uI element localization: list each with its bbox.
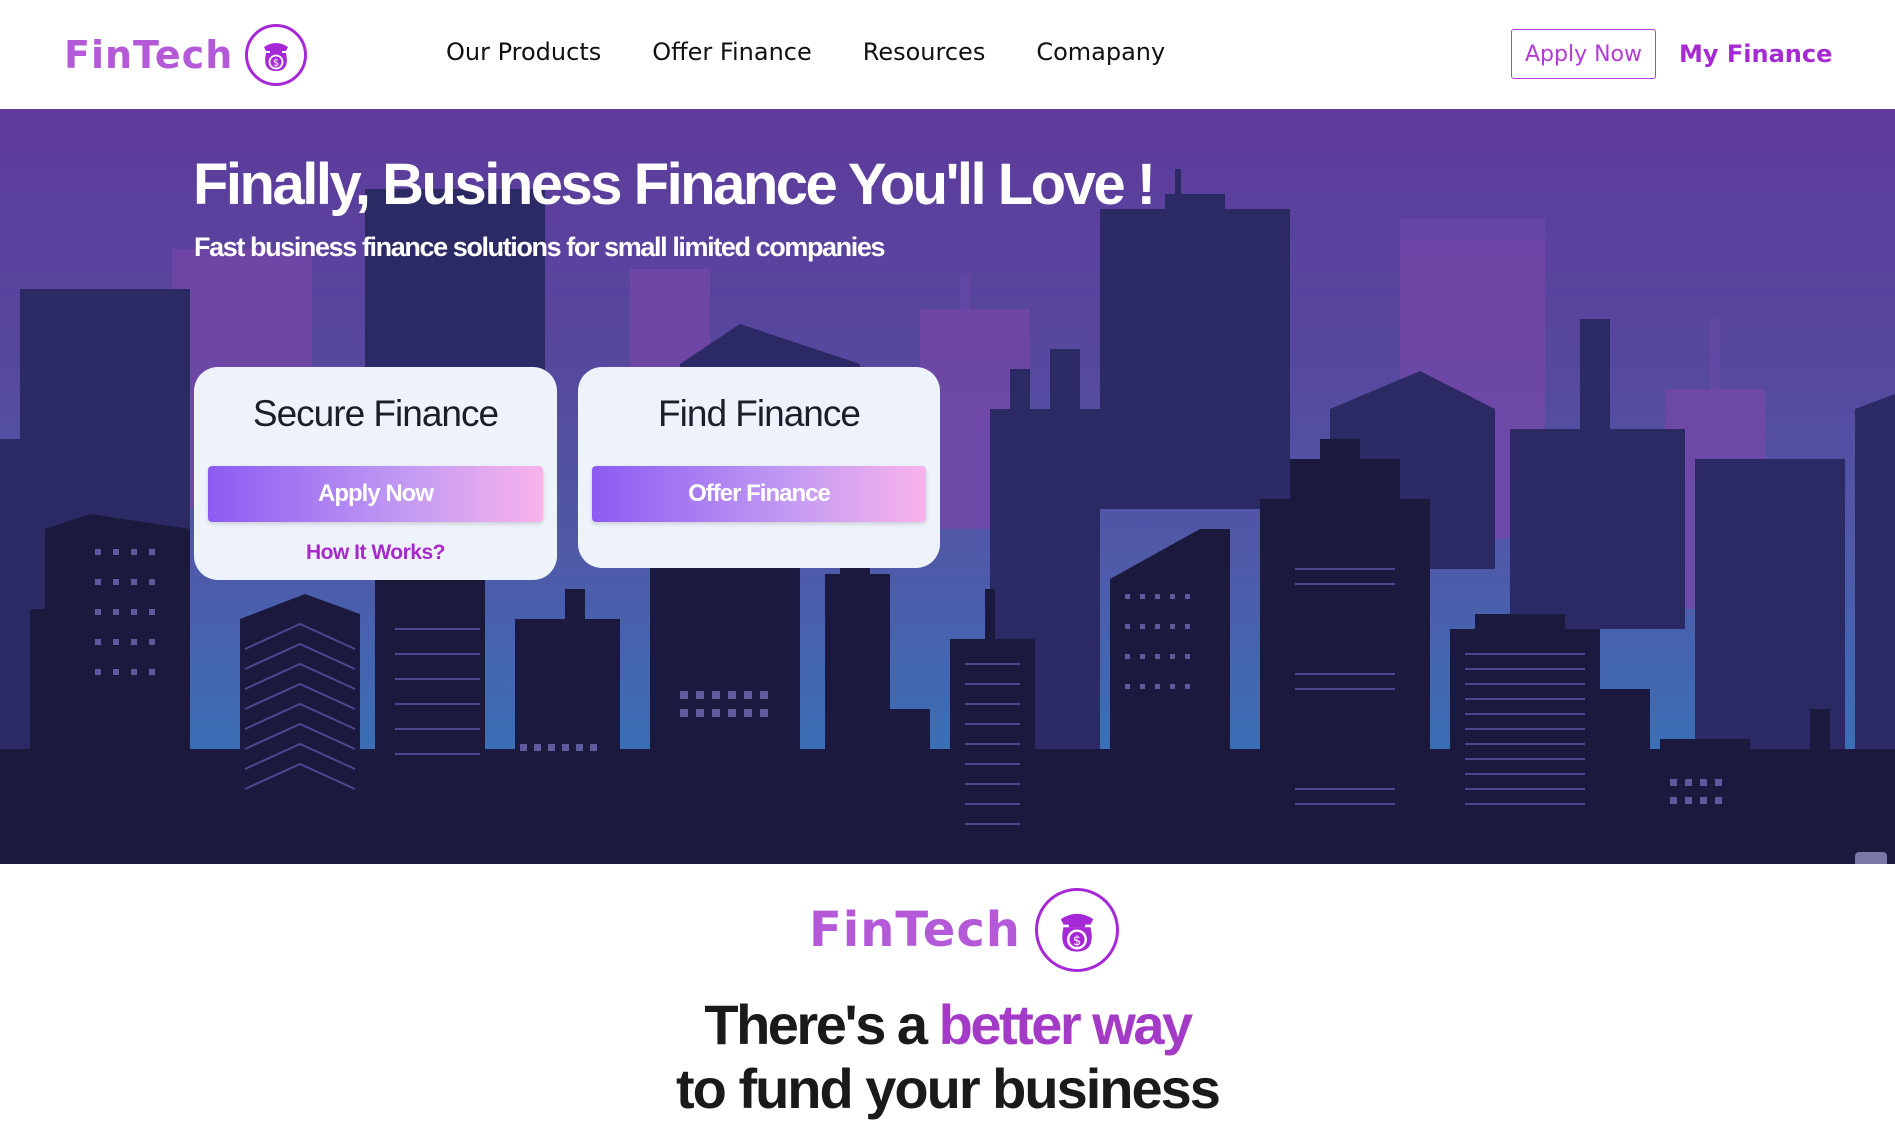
nav-offer-finance[interactable]: Offer Finance [652, 38, 812, 66]
section-tagline-line2: to fund your business [676, 1057, 1221, 1120]
find-finance-title: Find Finance [658, 393, 861, 434]
money-bag-icon: $ [245, 24, 308, 86]
top-navbar: FinTech $ Our Products Offer Finance Res… [0, 0, 1895, 109]
nav-resources[interactable]: Resources [863, 38, 986, 66]
money-bag-icon: $ [1034, 888, 1119, 972]
nav-my-finance-link[interactable]: My Finance [1679, 40, 1832, 68]
hero-subtitle: Fast business finance solutions for smal… [194, 232, 885, 262]
brand-name: FinTech [64, 33, 234, 77]
hero-section: Finally, Business Finance You'll Love ! … [0, 109, 1895, 864]
tagline-accent: better way [938, 993, 1194, 1056]
section-brand-name: FinTech [809, 902, 1021, 958]
nav-apply-now-button[interactable]: Apply Now [1511, 29, 1656, 79]
apply-now-button[interactable]: Apply Now [208, 466, 543, 522]
nav-our-products[interactable]: Our Products [446, 38, 601, 66]
tagline-prefix: There's a [704, 993, 928, 1056]
floating-widget-icon[interactable]: >< [1855, 852, 1887, 864]
brand-logo[interactable]: FinTech $ [64, 24, 308, 86]
svg-text:$: $ [273, 58, 279, 69]
section-tagline: There's a better way [0, 992, 1895, 1057]
svg-text:$: $ [1073, 933, 1082, 949]
secure-finance-card: Secure Finance Apply Now How It Works? [194, 367, 557, 580]
nav-company[interactable]: Comapany [1036, 38, 1165, 66]
how-it-works-link[interactable]: How It Works? [194, 541, 557, 565]
offer-finance-button[interactable]: Offer Finance [592, 466, 926, 522]
main-nav: Our Products Offer Finance Resources Com… [446, 38, 1165, 66]
section-logo: FinTech $ [809, 888, 1119, 972]
secure-finance-title: Secure Finance [252, 393, 499, 434]
hero-title: Finally, Business Finance You'll Love ! [193, 152, 1156, 217]
find-finance-card: Find Finance Offer Finance [578, 367, 940, 568]
